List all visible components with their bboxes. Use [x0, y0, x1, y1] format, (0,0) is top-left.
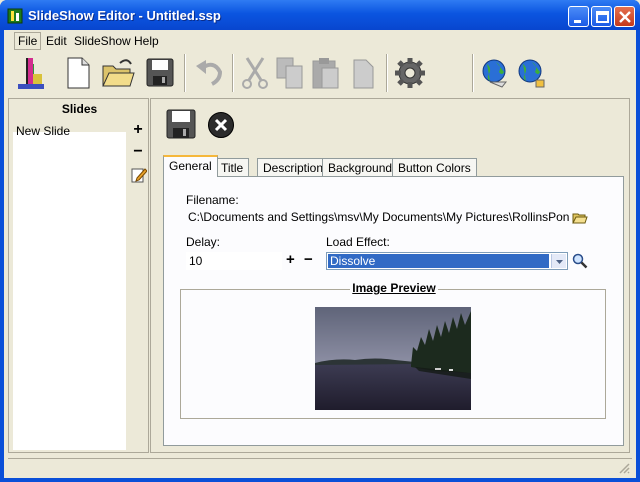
app-window: SlideShow Editor - Untitled.ssp File Edi…: [0, 0, 640, 482]
cancel-x-icon: [208, 112, 234, 138]
title-bar[interactable]: SlideShow Editor - Untitled.ssp: [0, 0, 640, 30]
chevron-down-icon: [556, 260, 563, 264]
paste-button[interactable]: [308, 54, 344, 92]
preview-effect-button[interactable]: [572, 253, 588, 272]
load-effect-value: Dissolve: [328, 254, 549, 268]
magnifier-icon: [572, 253, 588, 269]
cut-icon: [242, 57, 268, 89]
editor-panel: General Title Description Background But…: [150, 98, 630, 453]
close-icon: [619, 11, 631, 23]
browse-file-button[interactable]: [572, 211, 588, 228]
load-effect-select[interactable]: Dissolve: [326, 252, 568, 270]
slides-list[interactable]: New Slide: [13, 124, 126, 450]
delay-label: Delay:: [186, 235, 221, 249]
status-bar: [8, 458, 632, 476]
delay-increase-button[interactable]: +: [286, 251, 295, 268]
slides-panel: Slides New Slide + −: [8, 98, 149, 453]
slides-panel-title: Slides: [61, 102, 98, 116]
minimize-icon: [574, 20, 581, 23]
run-slideshow-icon: [18, 58, 44, 89]
delay-decrease-button[interactable]: −: [304, 251, 313, 268]
filename-field[interactable]: C:\Documents and Settings\msv\My Documen…: [186, 209, 570, 228]
remove-slide-button[interactable]: −: [131, 143, 145, 161]
settings-gear-icon: [395, 58, 425, 88]
web-globe-icon: [482, 59, 508, 88]
general-tab-content: Filename: C:\Documents and Settings\msv\…: [163, 176, 624, 446]
paste-icon: [312, 58, 339, 89]
web-button[interactable]: [478, 54, 514, 92]
minimize-button[interactable]: [568, 6, 589, 27]
filename-label: Filename:: [186, 193, 239, 207]
web-globe-2-icon: [518, 59, 545, 88]
client-area: File Edit SlideShow Help Slides New Slid…: [4, 30, 636, 478]
edit-slide-button[interactable]: [131, 167, 148, 186]
copy-icon: [276, 57, 303, 89]
dropdown-arrow-button[interactable]: [551, 254, 566, 268]
menu-file[interactable]: File: [14, 32, 42, 50]
settings-button[interactable]: [392, 54, 428, 92]
image-preview-group: Image Preview: [180, 281, 606, 419]
tab-title[interactable]: Title: [215, 158, 250, 176]
undo-button[interactable]: [192, 54, 228, 92]
tab-general[interactable]: General: [163, 155, 218, 177]
toolbar-separator: [232, 54, 234, 92]
cancel-slide-button[interactable]: [207, 111, 235, 142]
paste-special-icon: [353, 59, 374, 89]
open-folder-icon: [102, 59, 135, 87]
cut-button[interactable]: [237, 54, 273, 92]
edit-pencil-icon: [131, 168, 148, 183]
save-disk-icon: [146, 58, 174, 87]
window-title: SlideShow Editor - Untitled.ssp: [28, 8, 221, 23]
maximize-icon: [596, 11, 609, 23]
resize-grip-icon[interactable]: [618, 462, 630, 474]
maximize-button[interactable]: [591, 6, 612, 27]
menu-slideshow[interactable]: SlideShow: [74, 34, 131, 48]
menu-help[interactable]: Help: [134, 34, 159, 48]
open-button[interactable]: [100, 54, 136, 92]
save-button[interactable]: [142, 54, 178, 92]
toolbar-separator: [386, 54, 388, 92]
menu-edit[interactable]: Edit: [46, 34, 67, 48]
toolbar-separator: [472, 54, 474, 92]
tab-description[interactable]: Description: [257, 158, 330, 176]
save-slide-button[interactable]: [165, 107, 197, 144]
web-button-2[interactable]: [514, 54, 550, 92]
tab-background[interactable]: Background: [322, 158, 399, 176]
image-preview-title: Image Preview: [350, 281, 438, 295]
list-item[interactable]: New Slide: [16, 124, 70, 138]
paste-special-button[interactable]: [346, 54, 382, 92]
new-document-icon: [67, 57, 90, 89]
app-icon: [7, 8, 23, 24]
load-effect-label: Load Effect:: [326, 235, 390, 249]
menu-bar: File Edit SlideShow Help: [4, 32, 636, 51]
toolbar-separator: [184, 54, 186, 92]
run-slideshow-button[interactable]: [14, 54, 50, 92]
new-button[interactable]: [60, 54, 96, 92]
tab-button-colors[interactable]: Button Colors: [392, 158, 477, 176]
open-folder-icon: [572, 213, 588, 224]
copy-button[interactable]: [272, 54, 308, 92]
delay-input[interactable]: 10: [186, 252, 282, 270]
add-slide-button[interactable]: +: [131, 121, 145, 139]
close-button[interactable]: [614, 6, 635, 27]
save-disk-icon: [166, 109, 196, 139]
undo-icon: [196, 60, 223, 86]
toolbar: [8, 52, 632, 94]
preview-photo: [315, 307, 471, 410]
